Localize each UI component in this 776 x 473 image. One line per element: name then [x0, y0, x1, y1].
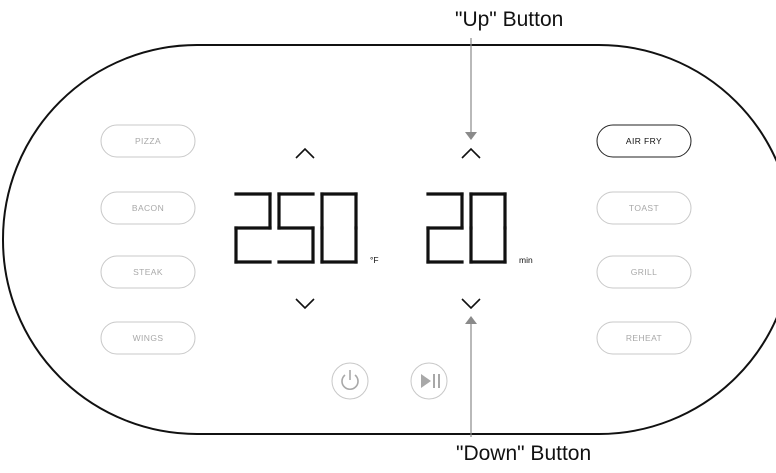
down-button-callout-label: "Down" Button	[456, 442, 592, 465]
preset-label-steak: STEAK	[133, 267, 163, 277]
display-digit	[469, 192, 507, 264]
up-button-callout-label: "Up" Button	[455, 8, 564, 31]
power-button[interactable]	[331, 362, 369, 400]
display-digit	[320, 192, 358, 264]
display-digit	[234, 192, 272, 264]
preset-button-toast[interactable]: TOAST	[596, 191, 692, 225]
start-pause-button[interactable]	[410, 362, 448, 400]
preset-button-air-fry[interactable]: AIR FRY	[596, 124, 692, 158]
preset-label-bacon: BACON	[132, 203, 164, 213]
time-up-button[interactable]	[461, 147, 481, 159]
preset-button-reheat[interactable]: REHEAT	[596, 321, 692, 355]
preset-label-grill: GRILL	[631, 267, 658, 277]
temperature-readout	[234, 192, 358, 264]
preset-button-steak[interactable]: STEAK	[100, 255, 196, 289]
temperature-up-button[interactable]	[295, 147, 315, 159]
time-unit: min	[519, 255, 533, 265]
preset-label-wings: WINGS	[133, 333, 164, 343]
temperature-unit: °F	[370, 255, 379, 265]
preset-label-air-fry: AIR FRY	[626, 136, 662, 146]
time-down-button[interactable]	[461, 298, 481, 310]
control-panel-outline	[2, 44, 776, 435]
display-digit	[277, 192, 315, 264]
down-callout-arrow	[465, 316, 477, 437]
preset-label-reheat: REHEAT	[626, 333, 662, 343]
preset-label-pizza: PIZZA	[135, 136, 161, 146]
up-callout-arrow	[465, 38, 477, 140]
preset-label-toast: TOAST	[629, 203, 659, 213]
time-readout	[426, 192, 507, 264]
preset-button-bacon[interactable]: BACON	[100, 191, 196, 225]
preset-button-wings[interactable]: WINGS	[100, 321, 196, 355]
temperature-down-button[interactable]	[295, 298, 315, 310]
control-panel-diagram: PIZZA BACON STEAK WINGS AIR FRY TOAST GRILL RE…	[2, 38, 776, 437]
preset-button-grill[interactable]: GRILL	[596, 255, 692, 289]
display-digit	[426, 192, 464, 264]
preset-button-pizza[interactable]: PIZZA	[100, 124, 196, 158]
